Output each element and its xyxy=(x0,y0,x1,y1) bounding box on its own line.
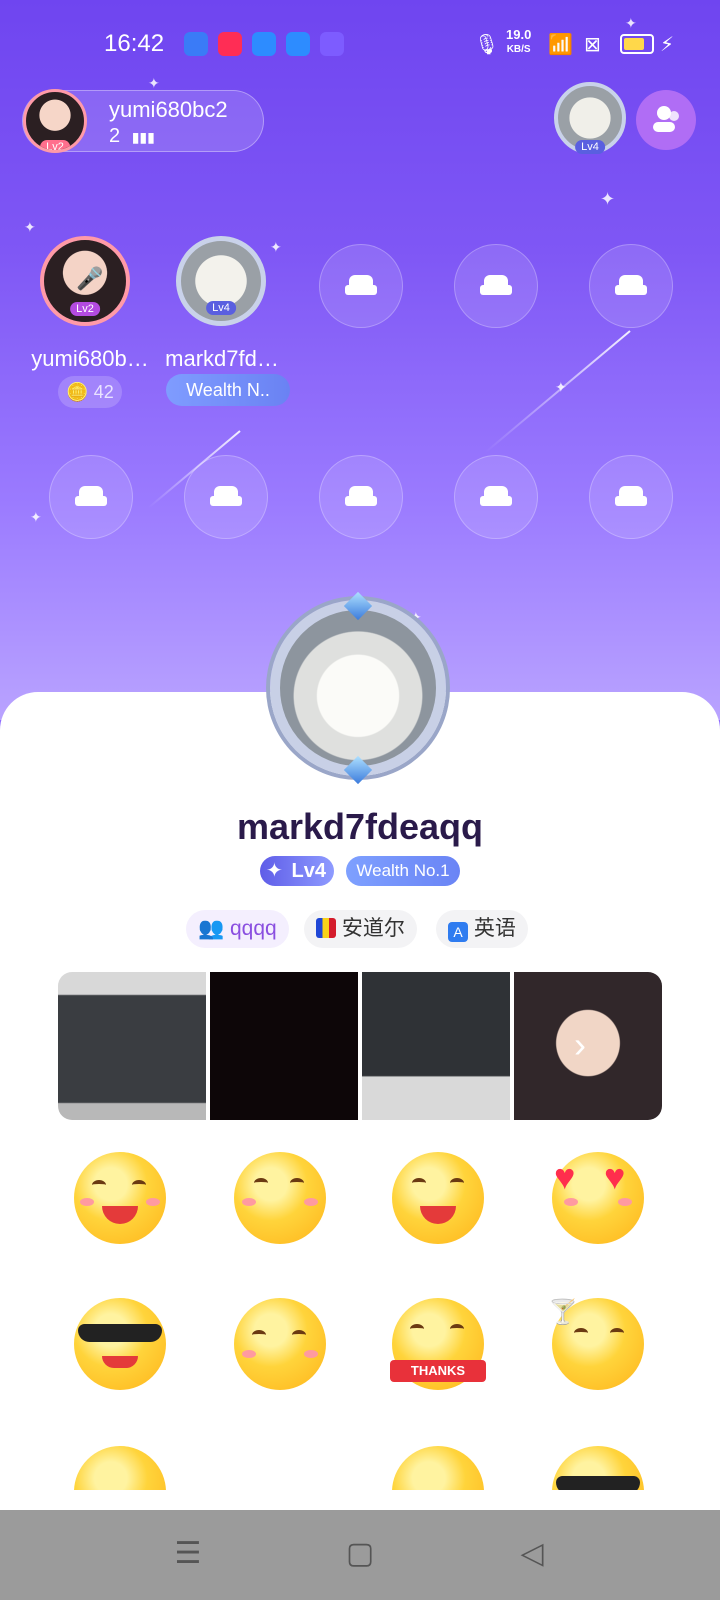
emoji-row-partial xyxy=(0,1440,720,1490)
wink-emoji[interactable] xyxy=(74,1446,166,1490)
no-sim-icon: ⊠ xyxy=(584,34,601,56)
home-button[interactable]: ▢ xyxy=(340,1534,380,1574)
host-name: yumi680bc2 xyxy=(109,97,228,122)
baidu-icon xyxy=(184,32,208,56)
tag-country: 安道尔 xyxy=(304,910,417,948)
laughing-emoji[interactable] xyxy=(74,1152,166,1244)
network-speed: 19.0 KB/S xyxy=(506,27,532,55)
back-button[interactable]: ◁ xyxy=(512,1534,552,1574)
host-info-badge[interactable]: Lv2 yumi680bc2 2 ▮▮▮ xyxy=(22,89,264,153)
cool-emoji[interactable] xyxy=(552,1446,644,1490)
sofa-icon xyxy=(480,486,512,508)
level-badge: Lv4 xyxy=(575,140,605,154)
profile-avatar[interactable] xyxy=(270,591,446,785)
tears-of-joy-emoji[interactable] xyxy=(392,1152,484,1244)
microphone-icon: 🎙 xyxy=(474,34,500,56)
sofa-icon xyxy=(210,486,242,508)
sofa-icon xyxy=(615,486,647,508)
sparkle-icon: ✦ xyxy=(266,860,283,882)
host-avatar[interactable]: Lv2 xyxy=(23,89,87,153)
menu-button[interactable]: ☰ xyxy=(168,1534,208,1574)
coin-icon: 🪙 xyxy=(66,382,89,402)
tag-group: 👥 qqqq xyxy=(186,910,289,948)
search-app-icon xyxy=(286,32,310,56)
host-level-badge: Lv2 xyxy=(40,140,70,150)
heart-eyes-emoji[interactable]: ♥ ♥ xyxy=(552,1152,644,1244)
status-bar: 16:42 🎙 19.0 KB/S 📶 ⊠ ⚡ xyxy=(0,20,720,68)
sofa-icon xyxy=(345,275,377,297)
wifi-icon: 📶 xyxy=(548,34,573,56)
empty-seat[interactable] xyxy=(49,455,133,539)
profile-photo[interactable] xyxy=(58,972,206,1120)
cocktail-icon: 🍸 xyxy=(548,1299,578,1326)
star-icon: ✦ xyxy=(270,239,282,255)
empty-seat[interactable] xyxy=(319,244,403,328)
battery-icon xyxy=(620,34,654,54)
signal-bars-icon: ▮▮▮ xyxy=(131,129,155,145)
members-button[interactable] xyxy=(636,90,696,150)
profile-photo[interactable] xyxy=(362,972,510,1120)
charging-icon: ⚡ xyxy=(660,34,675,56)
smirk-emoji[interactable] xyxy=(234,1298,326,1390)
group-icon: 👥 xyxy=(198,917,225,940)
muted-mic-icon: 🎤 xyxy=(76,266,104,291)
empty-seat[interactable] xyxy=(184,455,268,539)
language-icon: A xyxy=(448,922,468,942)
sofa-icon xyxy=(345,486,377,508)
top-right-user-avatar[interactable]: Lv4 xyxy=(554,82,626,154)
star-icon: ✦ xyxy=(24,219,36,235)
andorra-flag-icon xyxy=(316,918,336,938)
seat-2-name: markd7fd… xyxy=(165,346,279,371)
star-icon: ✦ xyxy=(30,509,42,525)
status-time: 16:42 xyxy=(104,30,165,57)
sofa-icon xyxy=(615,275,647,297)
browser-icon xyxy=(252,32,276,56)
profile-photo[interactable] xyxy=(210,972,358,1120)
seat-2-avatar[interactable]: Lv4 xyxy=(176,236,266,326)
thanks-emoji[interactable]: THANKS xyxy=(390,1298,486,1390)
seat-2-level: Lv4 xyxy=(206,301,236,315)
online-count: 2 ▮▮▮ xyxy=(109,125,155,147)
seat-1-level: Lv2 xyxy=(70,302,100,316)
seat-1-coins: 🪙 42 xyxy=(58,376,122,408)
profile-photo[interactable]: › xyxy=(514,972,662,1120)
seat-1-avatar[interactable]: 🎤 Lv2 xyxy=(40,236,130,326)
members-icon xyxy=(653,106,679,132)
sunglasses-emoji[interactable] xyxy=(74,1298,166,1390)
thanks-banner: THANKS xyxy=(390,1360,486,1382)
drink-wink-emoji[interactable]: 🍸 xyxy=(548,1298,644,1390)
profile-name: markd7fdeaqq xyxy=(236,806,484,847)
empty-seat[interactable] xyxy=(319,455,403,539)
tag-language: A 英语 xyxy=(436,910,528,948)
hugging-emoji[interactable] xyxy=(234,1152,326,1244)
system-navigation-bar: ☰ ▢ ◁ xyxy=(0,1510,720,1600)
sofa-icon xyxy=(480,275,512,297)
empty-seat[interactable] xyxy=(589,455,673,539)
star-icon: ✦ xyxy=(148,75,160,91)
seat-1-name: yumi680b… xyxy=(31,346,149,371)
profile-level-badge: ✦ Lv4 xyxy=(260,856,334,886)
app-icon xyxy=(320,32,344,56)
empty-seat[interactable] xyxy=(454,244,538,328)
profile-wealth-badge: Wealth No.1 xyxy=(346,856,460,886)
sofa-icon xyxy=(75,486,107,508)
empty-seat[interactable] xyxy=(589,244,673,328)
chevron-right-icon[interactable]: › xyxy=(574,1024,586,1066)
surprised-emoji[interactable] xyxy=(392,1446,484,1490)
empty-seat[interactable] xyxy=(454,455,538,539)
star-icon: ✦ xyxy=(600,189,616,209)
seat-2-wealth-badge: Wealth N.. xyxy=(166,374,290,406)
video-app-icon xyxy=(218,32,242,56)
